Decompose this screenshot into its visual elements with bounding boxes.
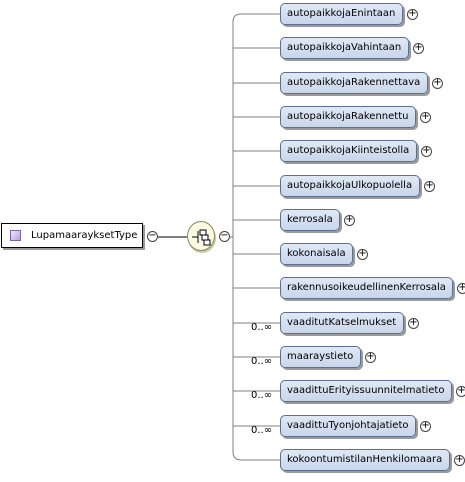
element-rakennusoikeudellinenKerrosala[interactable]: rakennusoikeudellinenKerrosala [280, 277, 453, 299]
element-maaraystieto[interactable]: maaraystieto [280, 346, 361, 368]
element-kokonaisala[interactable]: kokonaisala [280, 243, 353, 265]
element-label: kokonaisala [287, 248, 346, 259]
collapse-type-toggle[interactable]: − [147, 231, 158, 242]
expand-toggle[interactable]: + [454, 455, 465, 466]
element-autopaikkojaKiinteistolla[interactable]: autopaikkojaKiinteistolla [280, 140, 417, 162]
element-label: maaraystieto [287, 351, 354, 362]
element-autopaikkojaRakennettu[interactable]: autopaikkojaRakennettu [280, 106, 416, 128]
element-label: autopaikkojaRakennettava [287, 77, 421, 88]
cardinality-label: 0..∞ [251, 322, 273, 333]
element-label: kokoontumistilanHenkilomaara [287, 454, 443, 465]
element-label: vaaditutKatselmukset [287, 317, 397, 328]
expand-toggle[interactable]: + [457, 283, 465, 294]
schema-diagram: LupamaarayksetType − − autopaikkojaEnint… [0, 0, 465, 482]
cardinality-label: 0..∞ [251, 390, 273, 401]
element-label: autopaikkojaEnintaan [287, 8, 396, 19]
element-label: autopaikkojaKiinteistolla [287, 145, 410, 156]
expand-toggle[interactable]: + [456, 386, 465, 397]
element-label: autopaikkojaVahintaan [287, 42, 402, 53]
expand-toggle[interactable]: + [357, 249, 368, 260]
element-vaadittuErityissuunnitelmatieto[interactable]: vaadittuErityissuunnitelmatieto [280, 380, 452, 402]
expand-toggle[interactable]: + [421, 146, 432, 157]
collapse-sequence-toggle[interactable]: − [219, 231, 230, 242]
element-autopaikkojaVahintaan[interactable]: autopaikkojaVahintaan [280, 37, 409, 59]
element-autopaikkojaRakennettava[interactable]: autopaikkojaRakennettava [280, 72, 428, 94]
element-label: autopaikkojaUlkopuolella [287, 180, 413, 191]
expand-toggle[interactable]: + [420, 112, 431, 123]
expand-toggle[interactable]: + [413, 43, 424, 54]
expand-toggle[interactable]: + [432, 78, 443, 89]
element-kerrosala[interactable]: kerrosala [280, 209, 340, 231]
element-label: vaadittuTyonjohtajatieto [287, 420, 409, 431]
complex-type-box[interactable]: LupamaarayksetType [1, 223, 143, 248]
sequence-trunk-line [232, 13, 242, 461]
expand-toggle[interactable]: + [365, 352, 376, 363]
element-autopaikkojaUlkopuolella[interactable]: autopaikkojaUlkopuolella [280, 175, 420, 197]
element-label: kerrosala [287, 214, 333, 225]
expand-toggle[interactable]: + [424, 181, 435, 192]
expand-toggle[interactable]: + [420, 421, 431, 432]
element-vaadittuTyonjohtajatieto[interactable]: vaadittuTyonjohtajatieto [280, 415, 416, 437]
complex-type-icon [10, 230, 21, 241]
expand-toggle[interactable]: + [344, 215, 355, 226]
expand-toggle[interactable]: + [407, 9, 418, 20]
cardinality-label: 0..∞ [251, 356, 273, 367]
element-kokoontumistilanHenkilomaara[interactable]: kokoontumistilanHenkilomaara [280, 449, 450, 471]
element-label: vaadittuErityissuunnitelmatieto [287, 385, 445, 396]
element-label: rakennusoikeudellinenKerrosala [287, 282, 446, 293]
complex-type-label: LupamaarayksetType [31, 230, 138, 241]
cardinality-label: 0..∞ [251, 425, 273, 436]
expand-toggle[interactable]: + [408, 318, 419, 329]
sequence-compositor[interactable] [187, 221, 215, 251]
element-autopaikkojaEnintaan[interactable]: autopaikkojaEnintaan [280, 3, 403, 25]
element-label: autopaikkojaRakennettu [287, 111, 409, 122]
element-vaaditutKatselmukset[interactable]: vaaditutKatselmukset [280, 312, 404, 334]
sequence-icon [192, 229, 211, 246]
